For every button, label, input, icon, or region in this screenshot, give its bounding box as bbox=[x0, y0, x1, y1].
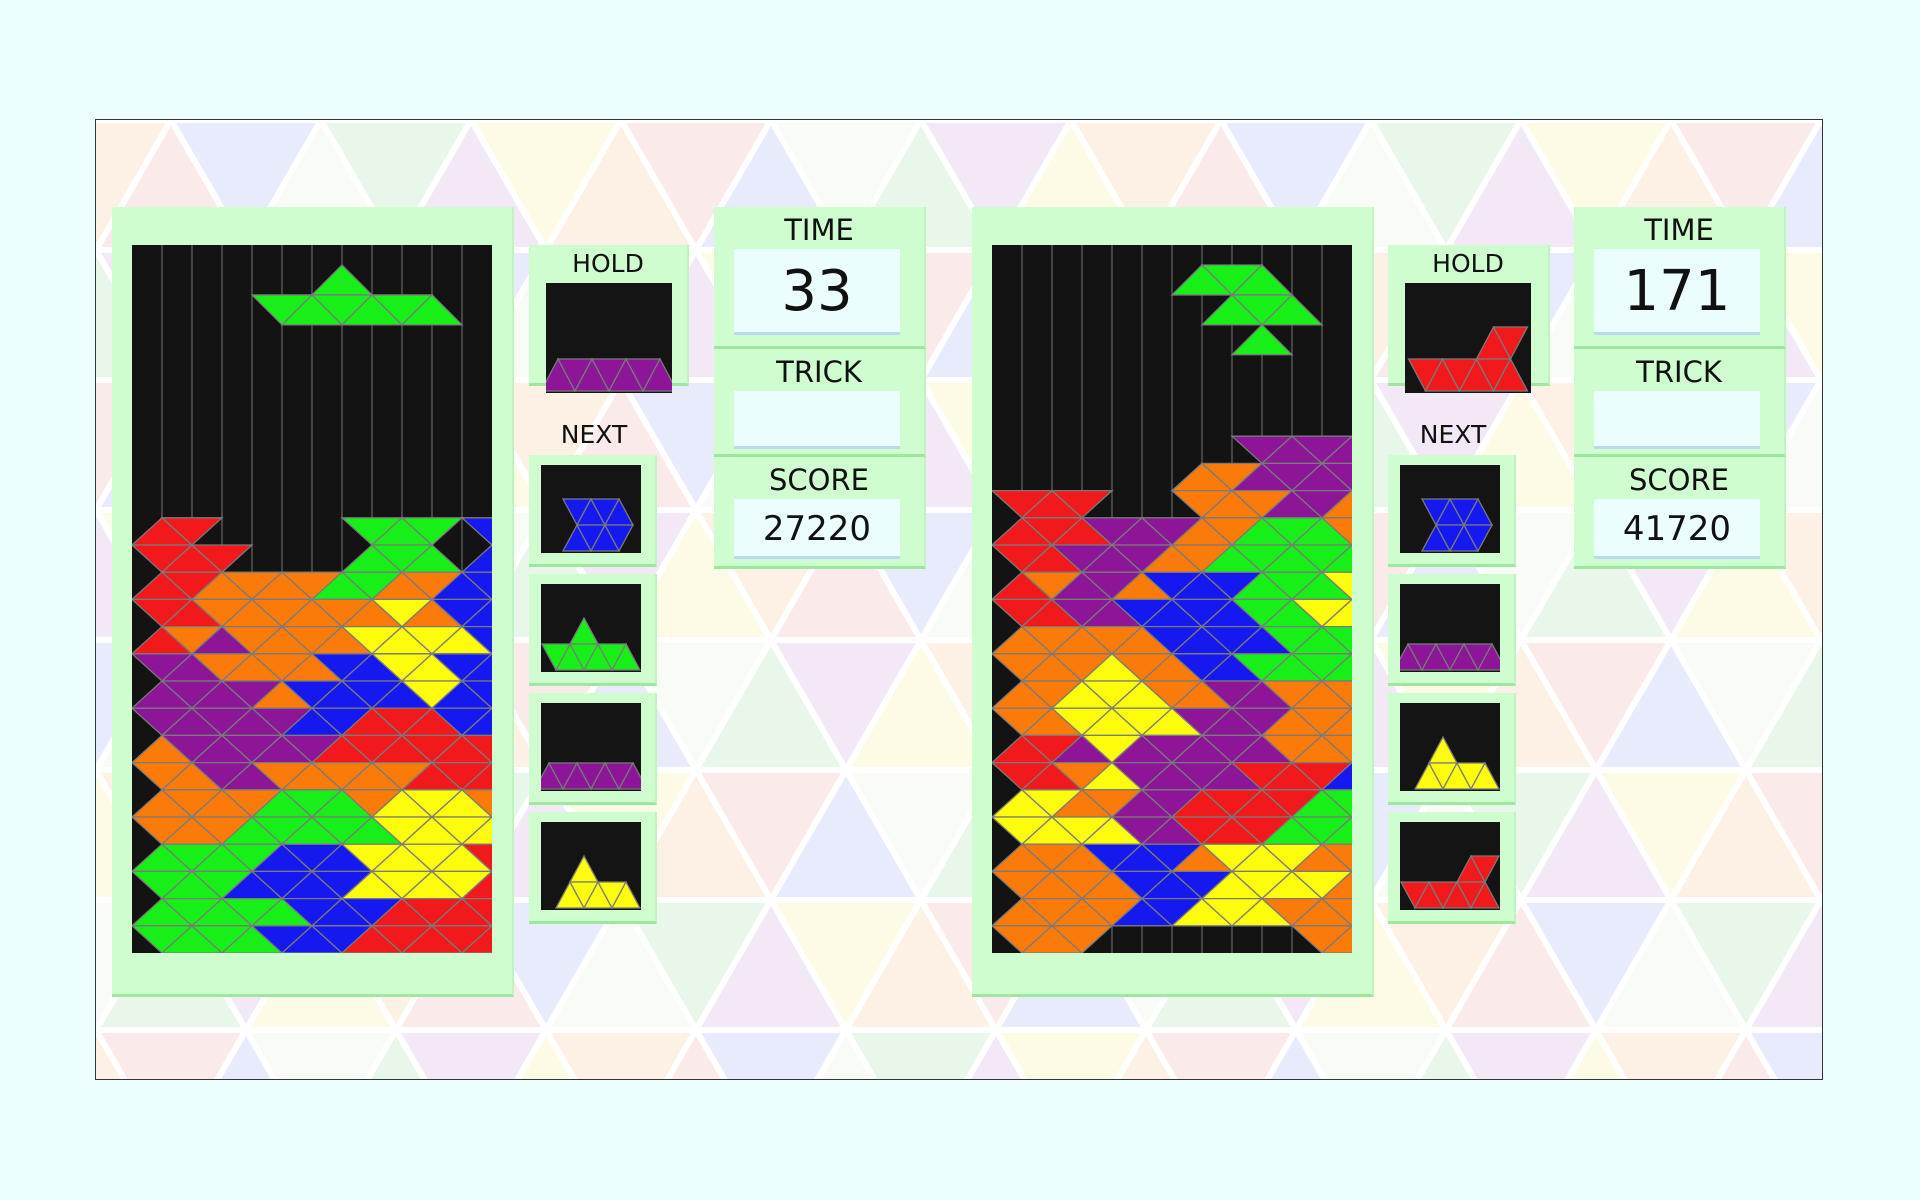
player2-next-preview-3 bbox=[1400, 703, 1501, 791]
player1-hold-label: HOLD bbox=[572, 249, 644, 278]
player1-score-value: 27220 bbox=[734, 499, 900, 559]
player1-next-preview-2 bbox=[540, 584, 642, 672]
player1-hold-preview bbox=[539, 283, 679, 393]
player2-score-value: 41720 bbox=[1594, 499, 1760, 559]
player2-score-panel: SCORE 41720 bbox=[1574, 457, 1786, 569]
player2-next-slot-3 bbox=[1388, 693, 1516, 805]
player2-hold-label: HOLD bbox=[1432, 249, 1504, 278]
player2-next-slot-4 bbox=[1388, 812, 1516, 924]
player1-next-preview-3 bbox=[533, 703, 649, 791]
player1-score-panel: SCORE 27220 bbox=[714, 457, 926, 569]
player2-next-preview-2 bbox=[1392, 584, 1508, 672]
player2-trick-panel: TRICK bbox=[1574, 349, 1786, 457]
player1-board-panel bbox=[112, 207, 514, 997]
player2-trick-label: TRICK bbox=[1636, 355, 1722, 389]
player1-time-panel: TIME 33 bbox=[714, 207, 926, 349]
player1-next-slot-2 bbox=[529, 574, 657, 686]
player1-next-label: NEXT bbox=[560, 420, 628, 449]
player1-time-label: TIME bbox=[784, 213, 854, 247]
player1-next-preview-1 bbox=[541, 465, 641, 553]
player2-next-slot-1 bbox=[1388, 455, 1516, 567]
player1-next-slot-4 bbox=[529, 812, 657, 924]
player1-trick-panel: TRICK bbox=[714, 349, 926, 457]
player2-next-slot-2 bbox=[1388, 574, 1516, 686]
player2-trick-value bbox=[1594, 391, 1760, 449]
player1-playfield bbox=[132, 245, 492, 953]
player1-next-slot-3 bbox=[529, 693, 657, 805]
player2-time-value: 171 bbox=[1594, 249, 1760, 335]
player1-trick-label: TRICK bbox=[776, 355, 862, 389]
player2-score-label: SCORE bbox=[1629, 463, 1729, 497]
active-piece-cell bbox=[310, 264, 374, 296]
board-cell bbox=[460, 517, 492, 546]
player2-hold-panel: HOLD bbox=[1388, 245, 1550, 393]
player1-time-value: 33 bbox=[734, 249, 900, 335]
player2-next-preview-1 bbox=[1400, 465, 1500, 553]
player2-hold-preview bbox=[1405, 283, 1531, 393]
player2-next-preview-4 bbox=[1399, 822, 1501, 910]
player2-time-label: TIME bbox=[1644, 213, 1714, 247]
player2-time-panel: TIME 171 bbox=[1574, 207, 1786, 349]
player2-next-label: NEXT bbox=[1419, 420, 1487, 449]
board-cell bbox=[460, 544, 492, 573]
player1-next-preview-4 bbox=[541, 822, 642, 910]
player1-next-slot-1 bbox=[529, 455, 657, 567]
yellow-pyramid-cell bbox=[568, 854, 600, 883]
game-area: HOLD NEXT TIME 33 TRICK SCORE 27220 HOLD bbox=[95, 119, 1823, 1080]
player2-playfield bbox=[992, 245, 1352, 953]
player1-score-label: SCORE bbox=[769, 463, 869, 497]
player2-board-panel bbox=[972, 207, 1374, 997]
player1-trick-value bbox=[734, 391, 900, 449]
active-piece-cell bbox=[1230, 323, 1294, 356]
green-pyramid-cell bbox=[568, 616, 600, 645]
yellow-pyramid-cell bbox=[1427, 735, 1459, 764]
player1-hold-panel: HOLD bbox=[529, 245, 689, 393]
